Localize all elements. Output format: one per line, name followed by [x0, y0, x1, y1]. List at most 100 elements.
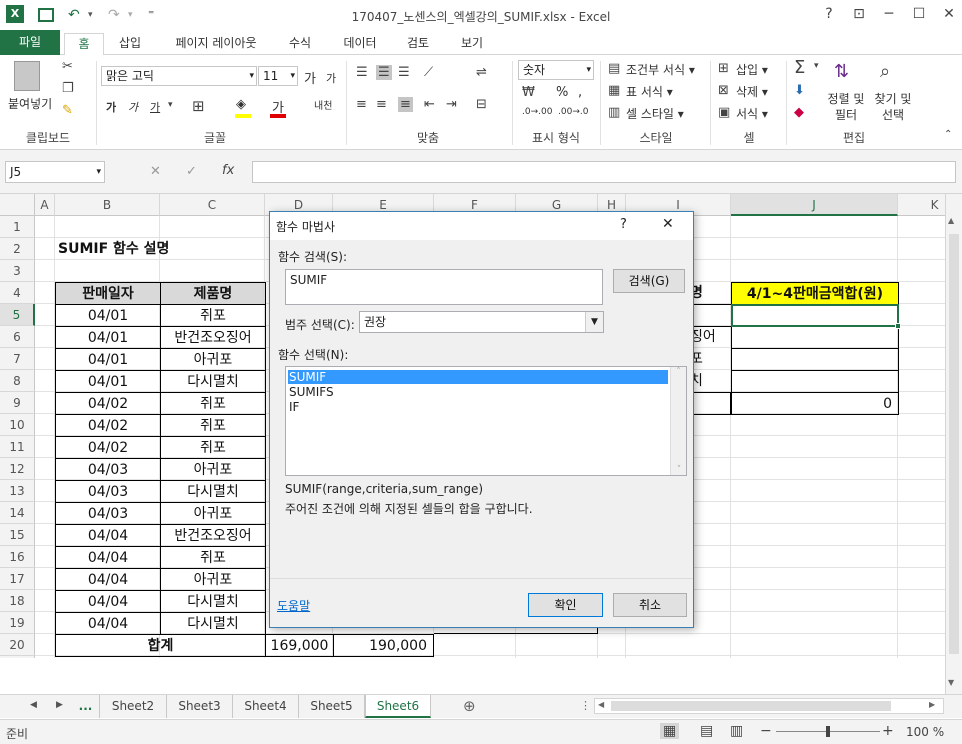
comma-style-button[interactable]: , — [578, 85, 582, 100]
page-break-view-icon[interactable]: ▥ — [730, 723, 743, 739]
row-header[interactable]: 18 — [0, 590, 35, 612]
normal-view-icon[interactable]: ▦ — [660, 723, 680, 739]
search-button[interactable]: 검색(G) — [613, 269, 685, 293]
fill-handle[interactable] — [895, 323, 901, 329]
accounting-format-icon[interactable]: ₩ — [522, 85, 535, 100]
increase-indent-icon[interactable]: ⇥ — [446, 97, 457, 112]
format-painter-icon[interactable]: ✎ — [62, 103, 73, 118]
date-cell[interactable]: 04/01 — [55, 304, 161, 327]
function-option-if[interactable]: IF — [289, 400, 299, 414]
date-cell[interactable]: 04/03 — [55, 480, 161, 503]
j-cell-8[interactable] — [731, 370, 899, 393]
fill-icon[interactable]: ⬇ — [794, 83, 805, 98]
close-button[interactable]: ✕ — [934, 6, 962, 22]
decrease-indent-icon[interactable]: ⇤ — [424, 97, 435, 112]
row-header[interactable]: 10 — [0, 414, 35, 436]
function-option-sumifs[interactable]: SUMIFS — [289, 385, 334, 399]
product-cell[interactable]: 아귀포 — [160, 348, 266, 371]
sort-filter-button[interactable]: 정렬 및 필터 — [826, 91, 866, 123]
tab-formulas[interactable]: 수식 — [280, 33, 320, 55]
active-cell-J5[interactable] — [731, 304, 899, 327]
align-bottom-icon[interactable]: ☰ — [398, 65, 410, 80]
row-header[interactable]: 12 — [0, 458, 35, 480]
zoom-out-icon[interactable]: − — [760, 723, 772, 739]
row-header[interactable]: 5 — [0, 304, 35, 326]
total-d[interactable]: 169,000 — [265, 634, 334, 657]
scroll-down-icon[interactable]: ▼ — [948, 678, 954, 687]
total-e[interactable]: 190,000 — [333, 634, 434, 657]
column-header[interactable]: A — [35, 194, 55, 216]
column-header[interactable]: K — [898, 194, 945, 216]
tab-home[interactable]: 홈 — [64, 33, 104, 56]
align-middle-icon[interactable]: ☰ — [376, 65, 392, 80]
function-option-sumif[interactable]: SUMIF — [288, 370, 668, 384]
product-cell[interactable]: 반건조오징어 — [160, 326, 266, 349]
cell-styles-button[interactable]: 셀 스타일 ▾ — [626, 105, 684, 122]
font-size-select[interactable]: 11 ▾ — [258, 66, 298, 86]
confirm-entry-icon[interactable]: ✓ — [186, 164, 197, 179]
row-header[interactable]: 1 — [0, 216, 35, 238]
list-scrollbar[interactable]: ˄ ˅ — [670, 367, 686, 475]
fill-color-icon[interactable]: ◈ — [236, 97, 246, 112]
total-label[interactable]: 합계 — [55, 634, 266, 657]
cut-icon[interactable]: ✂ — [62, 59, 73, 74]
date-cell[interactable]: 04/04 — [55, 568, 161, 591]
autosum-icon[interactable]: Σ — [794, 57, 805, 78]
i-cell-9[interactable] — [690, 392, 731, 415]
wrap-text-icon[interactable]: ⇌ — [476, 65, 487, 80]
tab-sheet6[interactable]: Sheet6 — [365, 695, 431, 718]
maximize-button[interactable]: ☐ — [904, 6, 934, 22]
phonetic-icon[interactable]: 내천 — [314, 97, 332, 112]
date-cell[interactable]: 04/02 — [55, 392, 161, 415]
formula-input[interactable] — [252, 161, 956, 183]
tab-insert[interactable]: 삽입 — [110, 33, 150, 55]
row-header[interactable]: 9 — [0, 392, 35, 414]
help-link[interactable]: 도움말 — [277, 597, 310, 614]
underline-button[interactable]: 가 — [150, 99, 160, 115]
minimize-button[interactable]: ─ — [874, 6, 904, 22]
date-cell[interactable]: 04/02 — [55, 414, 161, 437]
date-cell[interactable]: 04/02 — [55, 436, 161, 459]
product-cell[interactable]: 다시멸치 — [160, 480, 266, 503]
row-header[interactable]: 6 — [0, 326, 35, 348]
scroll-thumb[interactable] — [949, 234, 959, 654]
i-partial-8[interactable]: 치 — [690, 370, 730, 392]
row-header[interactable]: 15 — [0, 524, 35, 546]
function-list[interactable]: SUMIF SUMIFS IF ˄ ˅ — [285, 366, 687, 476]
row-header[interactable]: 3 — [0, 260, 35, 282]
more-sheets-button[interactable]: ... — [72, 695, 100, 718]
row-header[interactable]: 17 — [0, 568, 35, 590]
product-cell[interactable]: 아귀포 — [160, 458, 266, 481]
next-sheet-icon[interactable]: ▶ — [56, 700, 63, 710]
header-product[interactable]: 제품명 — [160, 282, 266, 305]
row-header[interactable]: 8 — [0, 370, 35, 392]
italic-button[interactable]: 가 — [128, 99, 138, 115]
page-layout-view-icon[interactable]: ▤ — [700, 723, 713, 739]
dialog-help-button[interactable]: ? — [620, 217, 627, 232]
j-cell-6[interactable] — [731, 326, 899, 349]
horizontal-scrollbar[interactable]: ◀ ▶ — [594, 698, 944, 714]
tab-sheet4[interactable]: Sheet4 — [233, 695, 299, 718]
column-header[interactable]: B — [55, 194, 160, 216]
row-header[interactable]: 19 — [0, 612, 35, 634]
scroll-up-icon[interactable]: ˄ — [671, 367, 686, 377]
find-select-button[interactable]: 찾기 및 선택 — [870, 91, 916, 123]
grow-font-button[interactable]: 가 — [304, 68, 316, 87]
zoom-level[interactable]: 100 % — [906, 725, 944, 739]
date-cell[interactable]: 04/01 — [55, 348, 161, 371]
date-cell[interactable]: 04/03 — [55, 458, 161, 481]
scroll-down-icon[interactable]: ˅ — [671, 465, 687, 475]
conditional-format-button[interactable]: 조건부 서식 ▾ — [626, 61, 695, 78]
decrease-decimal-button[interactable]: .00→.0 — [558, 107, 588, 117]
i-partial-7[interactable]: 포 — [690, 348, 730, 370]
name-box[interactable]: J5 ▾ — [5, 161, 105, 183]
j-cell-9[interactable]: 0 — [731, 392, 899, 415]
date-cell[interactable]: 04/01 — [55, 326, 161, 349]
insert-cells-button[interactable]: 삽입 ▾ — [736, 61, 768, 78]
sheet-title[interactable]: SUMIF 함수 설명 — [58, 238, 169, 260]
scroll-left-icon[interactable]: ◀ — [598, 700, 604, 709]
prev-sheet-icon[interactable]: ◀ — [30, 700, 37, 710]
select-all-corner[interactable] — [0, 194, 35, 216]
merge-center-icon[interactable]: ⊟ — [476, 97, 487, 112]
insert-function-icon[interactable]: fx — [222, 163, 234, 178]
